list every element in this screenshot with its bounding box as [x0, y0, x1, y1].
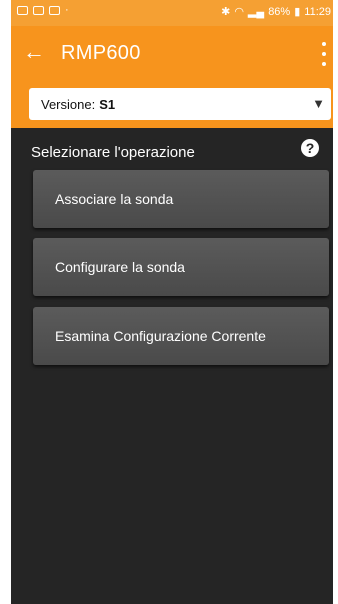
- version-bar: Versione: S1 ▼: [11, 84, 333, 128]
- page-title: RMP600: [61, 42, 141, 64]
- review-configuration-button[interactable]: Esamina Configurazione Corrente: [33, 307, 329, 365]
- version-label: Versione:: [41, 96, 96, 112]
- image-notification-icon: [17, 6, 28, 15]
- system-indicators: ✱ ◠ ▂▄ 86% ▮ 11:29: [221, 5, 331, 19]
- version-dropdown[interactable]: Versione: S1 ▼: [29, 88, 331, 120]
- app-bar: ← RMP600: [11, 26, 333, 84]
- app-screen: · ✱ ◠ ▂▄ 86% ▮ 11:29 ← RMP600 Versione: …: [11, 0, 333, 604]
- battery-percent: 86%: [268, 5, 291, 18]
- section-heading: Selezionare l'operazione: [31, 144, 195, 161]
- battery-icon: ▮: [294, 6, 301, 18]
- wifi-signal-icon: ◠: [234, 6, 244, 18]
- back-arrow-icon[interactable]: ←: [23, 40, 45, 64]
- dropdown-arrow-icon: ▼: [312, 96, 325, 111]
- bluetooth-icon: ✱: [221, 6, 231, 18]
- configure-probe-button[interactable]: Configurare la sonda: [33, 238, 329, 296]
- more-notifications-dot: ·: [65, 4, 69, 16]
- status-bar: · ✱ ◠ ▂▄ 86% ▮ 11:29: [11, 0, 333, 26]
- overflow-menu-icon[interactable]: [321, 42, 327, 66]
- notification-icons: ·: [17, 4, 69, 16]
- version-value: S1: [99, 96, 116, 112]
- cell-signal-icon: ▂▄: [247, 6, 265, 18]
- clock: 11:29: [304, 5, 331, 18]
- help-icon[interactable]: ?: [301, 139, 319, 157]
- pair-probe-button[interactable]: Associare la sonda: [33, 170, 329, 228]
- gallery-notification-icon: [49, 6, 60, 15]
- message-notification-icon: [33, 6, 44, 15]
